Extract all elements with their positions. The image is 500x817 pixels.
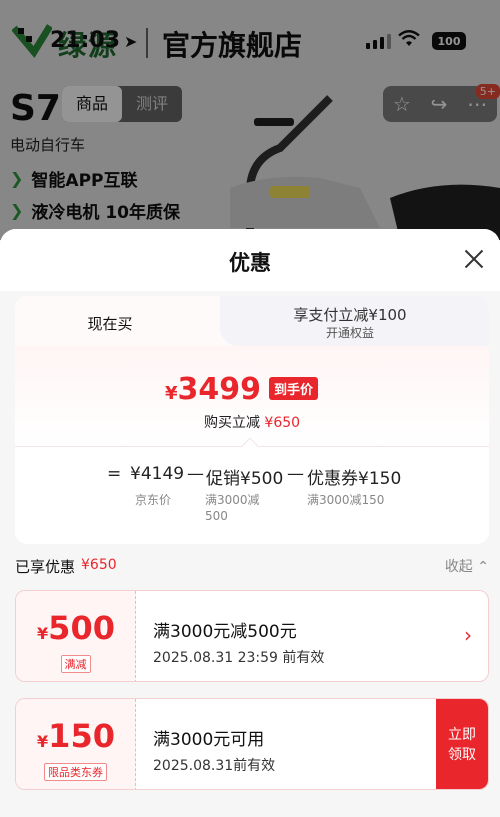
final-price-section: ¥3499 到手价 购买立减 ¥650	[15, 346, 489, 446]
coupon-card: ¥150 限品类东券 满3000元可用 2025.08.31前有效 立即领取	[15, 698, 489, 790]
coupon-card[interactable]: ¥500 满减 满3000元减500元 2025.08.31 23:59 前有效…	[15, 590, 489, 682]
promo-label: 满3000减500	[205, 493, 260, 523]
coupon-amount: 优惠券¥150	[307, 469, 402, 489]
final-price-tag: 到手价	[269, 377, 319, 400]
coupon-expiry: 2025.08.31 23:59 前有效	[153, 650, 325, 666]
tab-divider-curve	[193, 296, 237, 346]
promo-amount: 促销¥500	[206, 469, 284, 489]
chevron-right-icon[interactable]: ›	[464, 623, 472, 647]
coupon-type-tag: 限品类东券	[44, 763, 107, 781]
enjoyed-discount-row: 已享优惠 ¥650 收起 ⌃	[15, 554, 489, 578]
discount-summary: 购买立减 ¥650	[203, 415, 301, 431]
tab-payment-discount-label: 享支付立减¥100	[293, 306, 407, 324]
collapse-button[interactable]: 收起 ⌃	[445, 556, 489, 576]
coupon-type-tag: 满减	[60, 655, 91, 673]
enjoyed-label: 已享优惠	[15, 558, 76, 576]
close-icon[interactable]	[464, 249, 484, 269]
enjoyed-amount: ¥650	[81, 557, 117, 573]
coupon-value: ¥150 限品类东券	[16, 699, 136, 789]
modal-backdrop[interactable]	[0, 0, 500, 240]
tab-buy-now[interactable]: 现在买	[15, 296, 220, 346]
sheet-header: 优惠	[0, 229, 500, 291]
coupon-label: 满3000减150	[307, 493, 385, 507]
claim-coupon-button[interactable]: 立即领取	[436, 699, 488, 789]
coupon-title: 满3000元可用	[153, 730, 265, 750]
jd-price-label: 京东价	[135, 493, 172, 507]
tab-payment-discount-sub: 开通权益	[325, 326, 374, 340]
final-price: ¥3499 到手价	[165, 372, 319, 407]
jd-price: ¥4149	[130, 464, 185, 484]
tab-buy-now-label: 现在买	[87, 315, 133, 333]
sheet-title: 优惠	[229, 251, 271, 275]
coupon-value: ¥500 满减	[16, 591, 136, 681]
coupon-title: 满3000元减500元	[153, 622, 297, 642]
discount-sheet: 优惠 享支付立减¥100 开通权益 现在买 ¥3499 到手价 购买立减 ¥65…	[0, 229, 500, 817]
tab-payment-discount[interactable]: 享支付立减¥100 开通权益	[211, 296, 489, 346]
coupon-expiry: 2025.08.31前有效	[153, 758, 276, 774]
price-breakdown-card: 享支付立减¥100 开通权益 现在买 ¥3499 到手价 购买立减 ¥650 =…	[15, 296, 489, 544]
